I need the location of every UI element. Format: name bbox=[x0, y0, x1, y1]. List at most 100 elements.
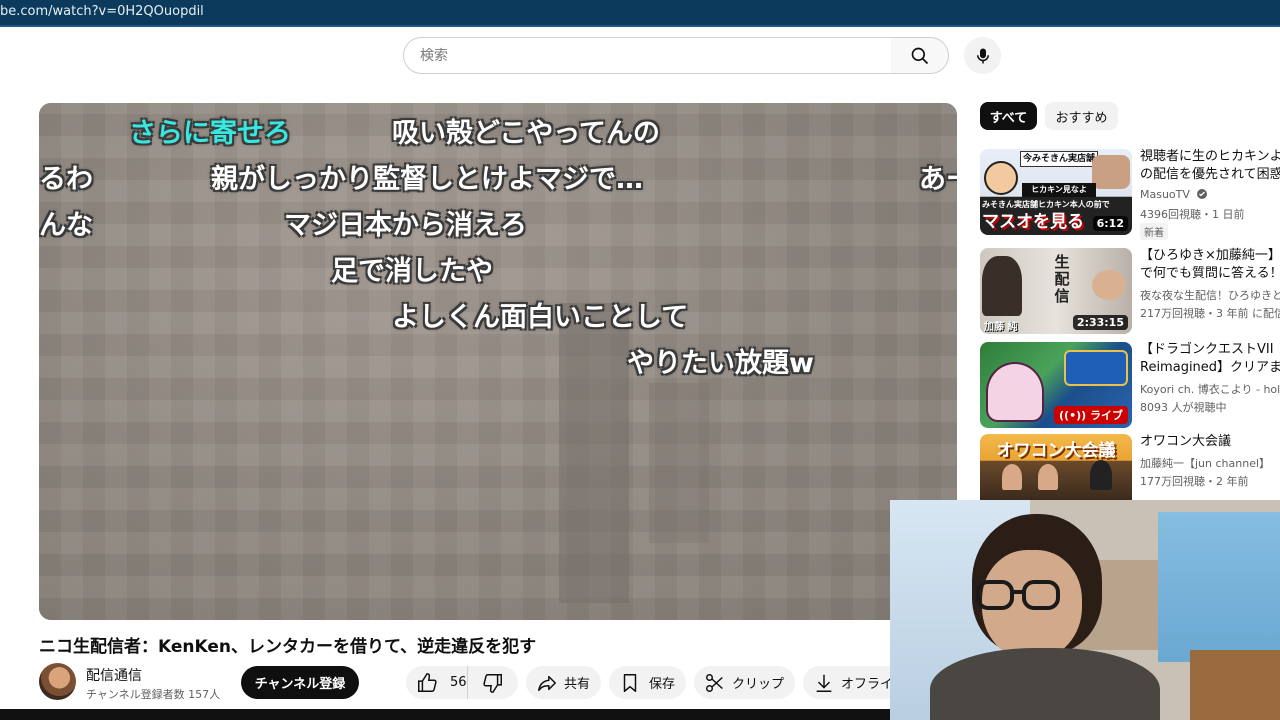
channel-avatar[interactable] bbox=[39, 663, 76, 700]
thumbnail-person bbox=[1038, 464, 1058, 490]
thumbs-down-icon bbox=[483, 673, 502, 693]
save-button[interactable]: 保存 bbox=[609, 666, 686, 699]
share-button[interactable]: 共有 bbox=[526, 666, 601, 699]
url-text: be.com/watch?v=0H2QOuopdil bbox=[0, 4, 204, 19]
dislike-button[interactable] bbox=[468, 666, 518, 699]
save-label: 保存 bbox=[649, 677, 676, 692]
video-player[interactable]: さらに寄せろ 吸い殻どこやってんの るわ 親がしっかり監督しとけよマジで… あー… bbox=[39, 103, 957, 620]
filter-chip-recommended[interactable]: おすすめ bbox=[1045, 102, 1118, 130]
download-icon bbox=[816, 674, 832, 692]
search-button[interactable] bbox=[891, 37, 949, 74]
thumbnail-caption: オワコン大会議 bbox=[996, 441, 1116, 461]
search-icon bbox=[911, 47, 928, 64]
video-thumbnail[interactable]: 生 配 信 加藤 純 2:33:15 bbox=[980, 248, 1132, 334]
recommended-title-line: の配信を優先されて困惑 bbox=[1140, 167, 1280, 182]
microphone-icon bbox=[976, 48, 989, 63]
recommended-title-line: 視聴者に生のヒカキンよ bbox=[1140, 149, 1280, 164]
thumbnail-person bbox=[1002, 464, 1022, 490]
browser-address-bar[interactable]: be.com/watch?v=0H2QOuopdil bbox=[0, 0, 1280, 27]
download-label: オフライ bbox=[841, 677, 890, 692]
live-badge: ((•)) ライブ bbox=[1054, 406, 1128, 424]
recommended-title-line: 【ひろゆき×加藤純一】生 bbox=[1140, 248, 1280, 263]
clip-label: クリップ bbox=[732, 677, 785, 692]
recommended-channel[interactable]: 夜な夜な生配信！ひろゆきと bbox=[1140, 287, 1280, 303]
webcam-overlay bbox=[890, 500, 1280, 720]
danmaku-comment: んな bbox=[39, 210, 93, 241]
danmaku-comment: やりたい放題w bbox=[627, 348, 814, 379]
live-label: ライブ bbox=[1090, 409, 1123, 422]
video-thumbnail[interactable]: ((•)) ライブ bbox=[980, 342, 1132, 428]
thumbs-up-icon bbox=[418, 672, 437, 692]
thumbnail-face bbox=[1092, 155, 1130, 189]
recommended-meta: 4396回視聴・1 日前 bbox=[1140, 208, 1245, 221]
live-broadcast-icon: ((•)) bbox=[1059, 409, 1090, 422]
recommended-channel[interactable]: Koyori ch. 博衣こより - holoX bbox=[1140, 381, 1280, 397]
thumbnail-char: 信 bbox=[1054, 287, 1070, 305]
webcam-furniture bbox=[1190, 650, 1280, 720]
danmaku-comment: あー bbox=[919, 164, 957, 195]
like-dislike-group: 56 bbox=[406, 666, 518, 699]
share-label: 共有 bbox=[564, 677, 591, 692]
taskbar-strip bbox=[0, 709, 890, 720]
danmaku-comment: マジ日本から消えろ bbox=[284, 210, 527, 241]
recommended-video[interactable]: ((•)) ライブ 【ドラゴンクエストVII Reimagined】クリアまで … bbox=[980, 342, 1280, 428]
video-duration: 2:33:15 bbox=[1072, 315, 1128, 330]
recommended-meta: 217万回視聴・3 年前 に配信 bbox=[1140, 307, 1280, 320]
recommended-title[interactable]: 視聴者に生のヒカキンよ の配信を優先されて困惑 bbox=[1140, 148, 1280, 184]
recommended-title[interactable]: オワコン大会議 bbox=[1140, 433, 1280, 451]
video-blur-region bbox=[559, 303, 629, 603]
recommended-channel[interactable]: MasuoTV bbox=[1140, 188, 1280, 201]
thumbnail-char: 生 bbox=[1054, 253, 1070, 271]
filter-chip-all[interactable]: すべて bbox=[980, 102, 1037, 130]
recommended-video[interactable]: 今みそきん実店舗 ヒカキン見なよ みそきん実店舗ヒカキン本人の前で マスオを見る… bbox=[980, 148, 1280, 240]
thumbnail-char: 配 bbox=[1054, 270, 1070, 288]
recommended-video[interactable]: 生 配 信 加藤 純 2:33:15 【ひろゆき×加藤純一】生 で何でも質問に答… bbox=[980, 248, 1280, 334]
danmaku-comment: 親がしっかり監督しとけよマジで… bbox=[211, 164, 643, 195]
like-count: 56 bbox=[450, 675, 467, 690]
thumbnail-face bbox=[984, 161, 1018, 195]
danmaku-comment: 足で消したや bbox=[331, 256, 493, 287]
webcam-person-body bbox=[930, 648, 1160, 720]
danmaku-comment: さらに寄せろ bbox=[129, 118, 291, 149]
video-duration: 6:12 bbox=[1092, 216, 1128, 231]
search-input[interactable] bbox=[420, 46, 860, 66]
recommended-meta: 8093 人が視聴中 bbox=[1140, 401, 1227, 414]
recommended-title[interactable]: 【ひろゆき×加藤純一】生 で何でも質問に答える！ bbox=[1140, 247, 1280, 283]
thumbnail-caption: みそきん実店舗ヒカキン本人の前で bbox=[982, 200, 1110, 209]
thumbnail-person bbox=[1090, 460, 1112, 490]
video-thumbnail[interactable]: 今みそきん実店舗 ヒカキン見なよ みそきん実店舗ヒカキン本人の前で マスオを見る… bbox=[980, 149, 1132, 235]
danmaku-comment: よしくん面白いことして bbox=[392, 302, 689, 333]
clip-button[interactable]: クリップ bbox=[694, 666, 795, 699]
thumbnail-caption: 加藤 純 bbox=[984, 322, 1018, 333]
recommended-title-line: Reimagined】クリアまで bbox=[1140, 360, 1280, 375]
verified-badge-icon bbox=[1197, 189, 1208, 199]
thumbnail-person bbox=[982, 256, 1022, 316]
glasses-icon bbox=[976, 580, 1060, 610]
recommended-channel[interactable]: 加藤純一【jun channel】 bbox=[1140, 455, 1280, 471]
video-thumbnail[interactable]: オワコン大会議 bbox=[980, 434, 1132, 500]
bookmark-icon bbox=[623, 673, 637, 692]
thumbnail-caption: 生 配 信 bbox=[1052, 254, 1072, 305]
video-blur-region bbox=[649, 383, 709, 543]
new-badge: 新着 bbox=[1140, 223, 1168, 240]
thumbnail-caption: 今みそきん実店舗 bbox=[1020, 151, 1098, 167]
share-icon bbox=[538, 675, 556, 691]
recommended-channel-name: MasuoTV bbox=[1140, 188, 1190, 201]
thumbnail-character bbox=[986, 362, 1044, 422]
voice-search-button[interactable] bbox=[964, 37, 1001, 74]
thumbnail-caption: ヒカキン見なよ bbox=[1022, 183, 1096, 197]
recommended-title-line: 【ドラゴンクエストVII bbox=[1140, 342, 1274, 357]
subscribe-button[interactable]: チャンネル登録 bbox=[241, 666, 359, 699]
danmaku-comment: るわ bbox=[39, 164, 93, 195]
danmaku-comment: 吸い殻どこやってんの bbox=[392, 118, 660, 149]
thumbnail-logo bbox=[1064, 350, 1128, 386]
recommended-title[interactable]: 【ドラゴンクエストVII Reimagined】クリアまで bbox=[1140, 341, 1280, 377]
download-button[interactable]: オフライ bbox=[803, 666, 890, 699]
recommended-video[interactable]: オワコン大会議 オワコン大会議 加藤純一【jun channel】 177万回視… bbox=[980, 434, 1280, 500]
like-button[interactable]: 56 bbox=[406, 666, 468, 699]
thumbnail-caption: マスオを見る bbox=[982, 212, 1084, 232]
channel-name[interactable]: 配信通信 bbox=[86, 665, 142, 685]
recommended-title-line: で何でも質問に答える！ bbox=[1140, 266, 1280, 281]
recommended-meta: 177万回視聴・2 年前 bbox=[1140, 475, 1249, 488]
search-box[interactable] bbox=[403, 37, 892, 74]
